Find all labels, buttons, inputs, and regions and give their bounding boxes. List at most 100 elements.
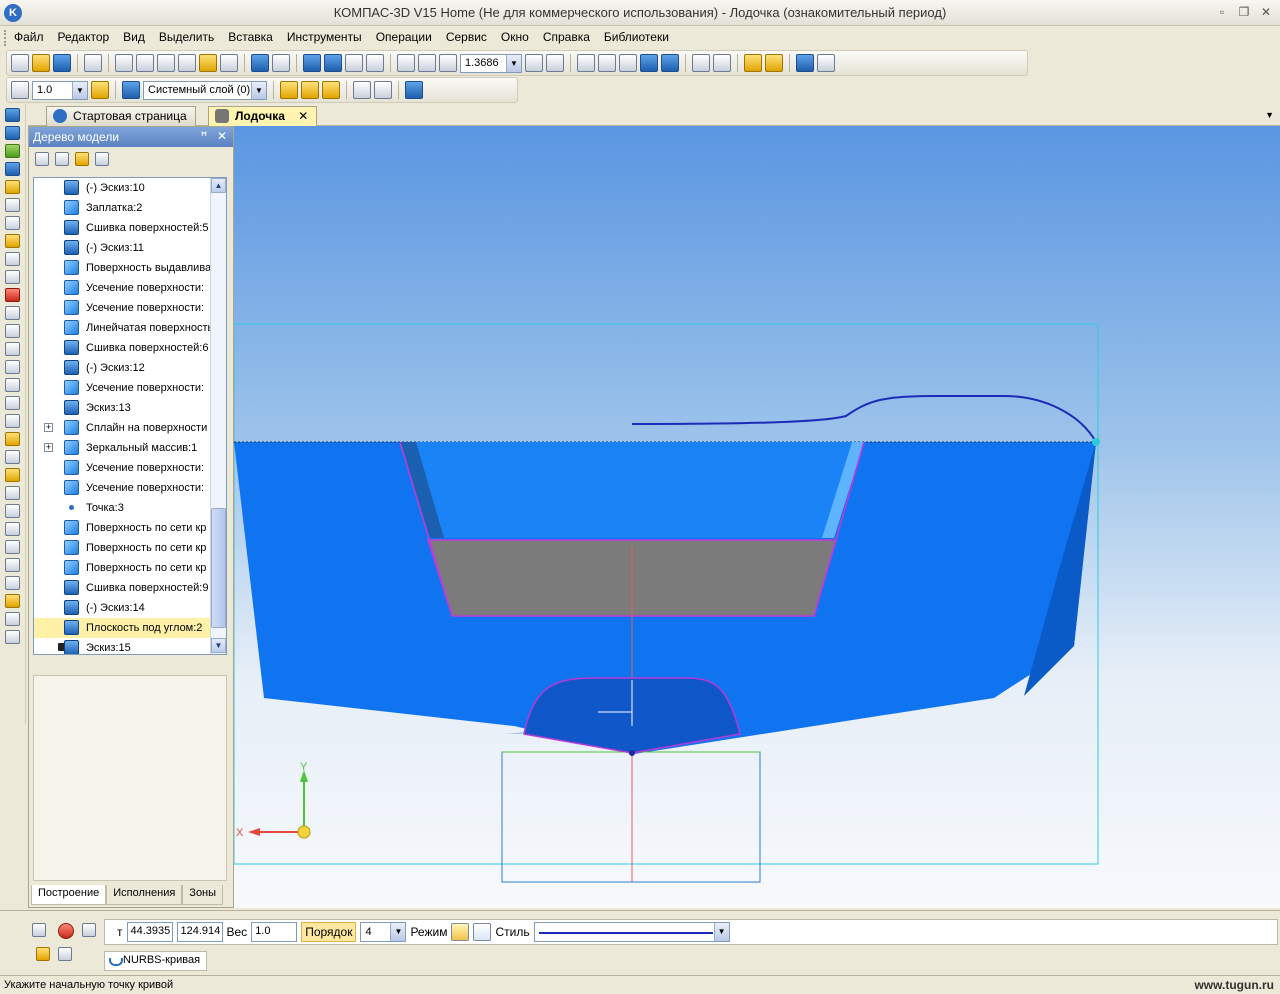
variables-fx-icon[interactable] <box>345 54 363 72</box>
mode-open-icon[interactable] <box>451 923 470 941</box>
collect-contour-icon[interactable] <box>5 576 20 590</box>
back-icon[interactable] <box>32 923 46 937</box>
tree-item[interactable]: Эскиз:13 <box>34 398 210 418</box>
chevron-down-icon[interactable]: ▼ <box>506 54 521 72</box>
text-icon[interactable] <box>5 270 20 284</box>
library-icon[interactable] <box>324 54 342 72</box>
cut-icon[interactable] <box>136 54 154 72</box>
arrays-icon[interactable] <box>5 162 20 176</box>
tree-item[interactable]: Поверхность по сети кр <box>34 538 210 558</box>
tree-item[interactable]: Усечение поверхности: <box>34 378 210 398</box>
viewport-canvas[interactable]: Y X <box>234 126 1280 908</box>
sketch-edit-icon[interactable] <box>280 81 298 99</box>
geometry-icon[interactable] <box>5 252 20 266</box>
tab-lodochka[interactable]: Лодочка ✕ <box>208 106 318 126</box>
shaded-edges-icon[interactable] <box>661 54 679 72</box>
chamfer-icon[interactable] <box>5 504 20 518</box>
scroll-down-icon[interactable]: ▼ <box>211 638 226 653</box>
chevron-down-icon[interactable]: ▼ <box>72 81 87 99</box>
perspective-icon[interactable] <box>744 54 762 72</box>
tree-item[interactable]: Точка:3 <box>34 498 210 518</box>
menu-service[interactable]: Сервис <box>446 30 487 44</box>
tree-list-icon[interactable] <box>55 152 69 166</box>
maximize-button[interactable]: ❐ <box>1236 5 1252 21</box>
tab-construction[interactable]: Построение <box>31 885 107 905</box>
brush-icon[interactable] <box>5 594 20 608</box>
grid-icon[interactable] <box>353 81 371 99</box>
surfaces-icon[interactable] <box>5 144 20 158</box>
point-x-field[interactable]: 44.3935 <box>126 922 173 942</box>
point-y-field[interactable]: 124.914 <box>176 922 223 942</box>
offset-icon[interactable] <box>5 450 20 464</box>
tree-item[interactable]: Поверхность выдавливания <box>34 258 210 278</box>
step-combo[interactable]: 1.0 ▼ <box>32 80 88 100</box>
hidden-lines-icon[interactable] <box>598 54 616 72</box>
wireframe-icon[interactable] <box>577 54 595 72</box>
aux-geometry-icon[interactable] <box>5 180 20 194</box>
menu-view[interactable]: Вид <box>123 30 145 44</box>
circle-icon[interactable] <box>5 378 20 392</box>
model-viewport[interactable]: Y X <box>234 126 1280 908</box>
tree-item[interactable]: Усечение поверхности: <box>34 278 210 298</box>
tree-item[interactable]: Усечение поверхности: <box>34 298 210 318</box>
tree-view-icon[interactable] <box>75 152 89 166</box>
menu-help[interactable]: Справка <box>543 30 590 44</box>
tree-item[interactable]: (-) Эскиз:14 <box>34 598 210 618</box>
section-icon[interactable] <box>765 54 783 72</box>
mode-closed-icon[interactable] <box>473 923 492 941</box>
hatch-icon[interactable] <box>5 558 20 572</box>
measure-icon[interactable] <box>5 216 20 230</box>
orientation-icon[interactable] <box>546 54 564 72</box>
tree-item[interactable]: + Сплайн на поверхности <box>34 418 210 438</box>
tree-item[interactable]: Поверхность по сети кр <box>34 518 210 538</box>
zoom-dynamic-icon[interactable] <box>418 54 436 72</box>
polyline-icon[interactable] <box>5 360 20 374</box>
part-editing-icon[interactable] <box>5 108 20 122</box>
projection-icon[interactable] <box>5 612 20 626</box>
point-tool-icon[interactable] <box>5 306 20 320</box>
style-combo[interactable]: ▼ <box>533 922 730 942</box>
view-orient-icon[interactable] <box>405 81 423 99</box>
rectangle-icon[interactable] <box>5 522 20 536</box>
arc-icon[interactable] <box>5 396 20 410</box>
chevron-down-icon[interactable]: ▼ <box>713 923 729 941</box>
close-tab-icon[interactable]: ✕ <box>298 109 308 123</box>
ellipse-icon[interactable] <box>5 414 20 428</box>
menu-window[interactable]: Окно <box>501 30 529 44</box>
weight-field[interactable]: 1.0 <box>251 922 298 942</box>
stop-icon[interactable] <box>58 923 74 939</box>
chevron-down-icon[interactable]: ▼ <box>390 923 406 941</box>
tab-start-page[interactable]: Стартовая страница <box>46 106 196 126</box>
spatial-curves-icon[interactable] <box>5 126 20 140</box>
tree-item[interactable]: Линейчатая поверхность <box>34 318 210 338</box>
tree-scrollbar[interactable]: ▲ ▼ <box>210 178 226 654</box>
menu-operations[interactable]: Операции <box>376 30 432 44</box>
tab-executions[interactable]: Исполнения <box>106 885 183 905</box>
fillet-icon[interactable] <box>5 486 20 500</box>
polygon-icon[interactable] <box>5 540 20 554</box>
snap-grid-icon[interactable] <box>91 81 109 99</box>
save-icon[interactable] <box>53 54 71 72</box>
close-window-button[interactable]: ✕ <box>1258 5 1274 21</box>
minimize-button[interactable]: ▫ <box>1214 5 1230 21</box>
create-object-icon[interactable] <box>36 947 50 961</box>
filter-icon[interactable] <box>692 54 710 72</box>
rotate-icon[interactable] <box>525 54 543 72</box>
magnet-snap-icon[interactable] <box>301 81 319 99</box>
menu-libraries[interactable]: Библиотеки <box>604 30 669 44</box>
tree-item[interactable]: (-) Эскиз:10 <box>34 178 210 198</box>
tab-zones[interactable]: Зоны <box>182 885 224 905</box>
thin-lines-icon[interactable] <box>619 54 637 72</box>
aux-line-icon[interactable] <box>5 324 20 338</box>
print-icon[interactable] <box>84 54 102 72</box>
chevron-down-icon[interactable]: ▼ <box>251 81 266 99</box>
close-panel-icon[interactable]: ✕ <box>215 129 229 143</box>
parameters-icon[interactable] <box>817 54 835 72</box>
help-icon[interactable] <box>58 947 72 961</box>
tree-settings-icon[interactable] <box>95 152 109 166</box>
properties-icon[interactable] <box>220 54 238 72</box>
tree-item[interactable]: (-) Эскиз:12 <box>34 358 210 378</box>
tree-item[interactable]: Поверхность по сети кр <box>34 558 210 578</box>
menu-tools[interactable]: Инструменты <box>287 30 362 44</box>
spline-tool-icon[interactable] <box>5 432 20 446</box>
